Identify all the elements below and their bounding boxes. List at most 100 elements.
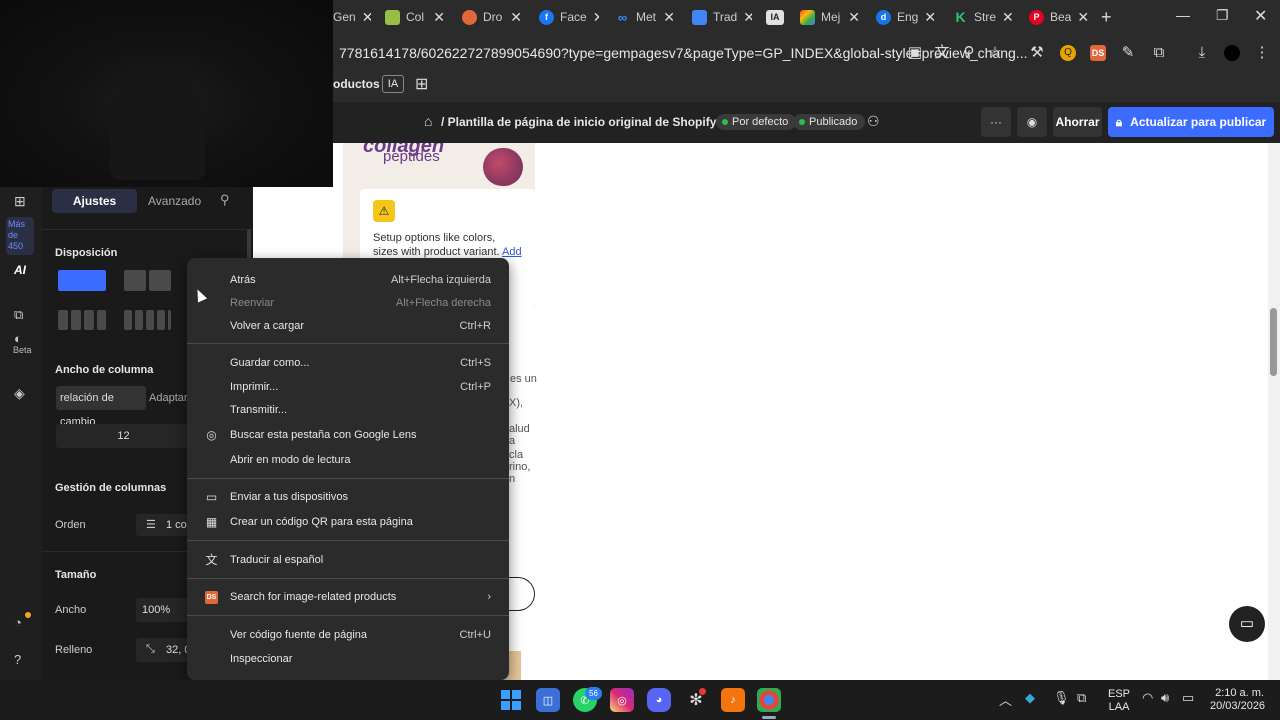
wifi-icon[interactable]: ◠ [1142,690,1153,706]
address-bar[interactable]: 7781614178/602622727899054690?type=gempa… [333,34,1280,72]
menu-item-print[interactable]: Imprimir... Ctrl+P [187,375,509,399]
close-icon[interactable]: ✕ [924,9,936,26]
download-icon[interactable]: ⤓ [1194,45,1210,61]
tab-item[interactable]: P Bea ✕ [1029,4,1089,30]
theme-icon[interactable]: ◐ [14,331,22,346]
bookmark-item[interactable]: IA [382,75,404,93]
close-icon[interactable]: ✕ [362,9,371,26]
menu-item-reload[interactable]: Volver a cargar Ctrl+R [187,314,509,338]
extension-ds-icon[interactable]: DS [1090,45,1106,61]
menu-item-back[interactable]: Atrás Alt+Flecha izquierda [187,268,509,292]
tab-strip: Gen ✕ Col ✕ Dro ✕ f Face ✕ ∞ Met ✕ Trad ✕ IA Mej… [333,0,1280,34]
tab-item[interactable]: Dro ✕ [462,4,522,30]
layout-option-1col[interactable] [58,270,106,291]
minimize-button[interactable]: — [1176,7,1190,23]
translate-page-icon[interactable]: 文 [934,45,950,61]
tab-item[interactable]: K Stre ✕ [953,4,1013,30]
tab-item[interactable]: ∞ Met ✕ [615,4,675,30]
menu-item-reading-mode[interactable]: Abrir en modo de lectura [187,448,509,472]
close-window-button[interactable]: ✕ [1254,6,1267,26]
tab-advanced[interactable]: Avanzado [148,194,201,208]
menu-divider [187,343,509,344]
more-options-button[interactable]: ··· [981,107,1011,137]
battery-icon[interactable]: ▭ [1182,690,1194,706]
zoom-icon[interactable]: ⚲ [961,45,977,61]
new-tab-button[interactable]: + [1101,7,1112,28]
url-text[interactable]: 7781614178/602622727899054690?type=gempa… [339,45,1027,61]
tray-app-icon[interactable]: ◆ [1025,690,1035,706]
menu-item-forward[interactable]: Reenviar Alt+Flecha derecha [187,291,509,315]
display-icon[interactable]: ⧉ [1077,690,1086,706]
menu-item-google-lens[interactable]: ◎ Buscar esta pestaña con Google Lens [187,423,509,447]
ratio-option[interactable]: relación de cambio [56,386,146,428]
close-icon[interactable]: ✕ [593,9,599,26]
more-sections-button[interactable]: Más de 450 [6,217,34,255]
menu-item-translate[interactable]: 文 Traducir al español [187,548,509,572]
close-icon[interactable]: ✕ [433,9,445,26]
apps-grid-icon[interactable]: ⊞ [415,74,428,94]
microphone-icon[interactable]: 🎙︎ [1053,690,1070,706]
menu-item-save-as[interactable]: Guardar como... Ctrl+S [187,351,509,375]
more-menu-icon[interactable]: ⋮ [1254,45,1270,61]
clipboard-icon[interactable]: ▣ [907,45,923,61]
canvas-scrollbar[interactable] [1268,143,1280,680]
tab-item[interactable]: d Eng ✕ [876,4,936,30]
menu-item-cast[interactable]: Transmitir... [187,398,509,422]
volume-icon[interactable]: 🔊︎ [1161,690,1169,706]
help-icon[interactable]: ? [14,652,21,667]
tab-item[interactable]: Mej ✕ [800,4,860,30]
layout-option-2col[interactable] [124,270,146,291]
close-icon[interactable]: ✕ [1077,9,1089,26]
layers-icon[interactable]: ◈ [14,385,25,402]
chat-support-button[interactable]: ▭ [1229,606,1265,642]
column-count-field[interactable]: 12 [56,424,191,448]
breadcrumb[interactable]: / Plantilla de página de inicio original… [441,115,736,129]
fl-studio-icon[interactable]: ♪ [721,688,745,712]
instagram-icon[interactable]: ◎ [610,688,634,712]
menu-item-image-search[interactable]: DS Search for image-related products › [187,585,509,609]
extension-icon[interactable]: ⚒ [1029,45,1045,61]
tab-item[interactable]: Trad ✕ [692,4,752,30]
profile-avatar[interactable] [1224,45,1240,61]
ai-button[interactable]: AI [14,263,26,277]
discord-icon[interactable]: ◕ [647,688,671,712]
puzzle-icon[interactable]: ⧉ [1151,45,1167,61]
eyedropper-icon[interactable]: ✎ [1120,45,1136,61]
bookmark-item[interactable]: oductos [333,77,380,91]
close-icon[interactable]: ✕ [1002,9,1013,26]
menu-item-inspect[interactable]: Inspeccionar [187,647,509,671]
maximize-button[interactable]: ❐ [1216,7,1229,24]
windows-start-icon[interactable] [499,688,523,712]
pages-icon[interactable]: ⧉ [14,307,23,323]
search-icon[interactable]: ⚲ [220,192,230,208]
language-indicator[interactable]: ESP LAA [1108,688,1130,714]
bookmark-star-icon[interactable]: ☆ [987,45,1003,61]
tab-item[interactable]: f Face ✕ [539,4,599,30]
publish-button[interactable]: 🔒︎ Actualizar para publicar [1108,107,1274,137]
store-icon[interactable]: ◫ [536,688,560,712]
menu-item-view-source[interactable]: Ver código fuente de página Ctrl+U [187,623,509,647]
clock[interactable]: 2:10 a. m. 20/03/2026 [1210,687,1265,713]
layout-icon[interactable]: ⊞ [14,193,26,210]
scrollbar-thumb[interactable] [1270,308,1277,376]
extension-q-icon[interactable]: Q [1060,45,1076,61]
layout-option-3col[interactable] [58,310,68,330]
tab-item[interactable]: Gen ✕ [333,4,371,30]
chrome-icon[interactable] [757,688,781,712]
save-button[interactable]: Ahorrar [1053,107,1102,137]
hint-icon[interactable]: ⚇ [867,113,880,130]
close-icon[interactable]: ✕ [848,9,860,26]
tray-chevron-icon[interactable]: ︿ [999,690,1012,709]
menu-item-qr-code[interactable]: ▦ Crear un código QR para esta página [187,510,509,534]
tab-settings[interactable]: Ajustes [52,189,137,213]
menu-item-send-to-devices[interactable]: ▭ Enviar a tus dispositivos [187,485,509,509]
layout-option-4col[interactable] [124,310,132,330]
layout-option-2col[interactable] [149,270,171,291]
tab-item[interactable]: Col ✕ [385,4,445,30]
layout-block [84,310,94,330]
close-icon[interactable]: ✕ [510,9,522,26]
speed-icon[interactable]: ◔ [14,615,22,630]
close-icon[interactable]: ✕ [743,9,752,26]
close-icon[interactable]: ✕ [663,9,675,26]
preview-eye-button[interactable]: ◉ [1017,107,1047,137]
